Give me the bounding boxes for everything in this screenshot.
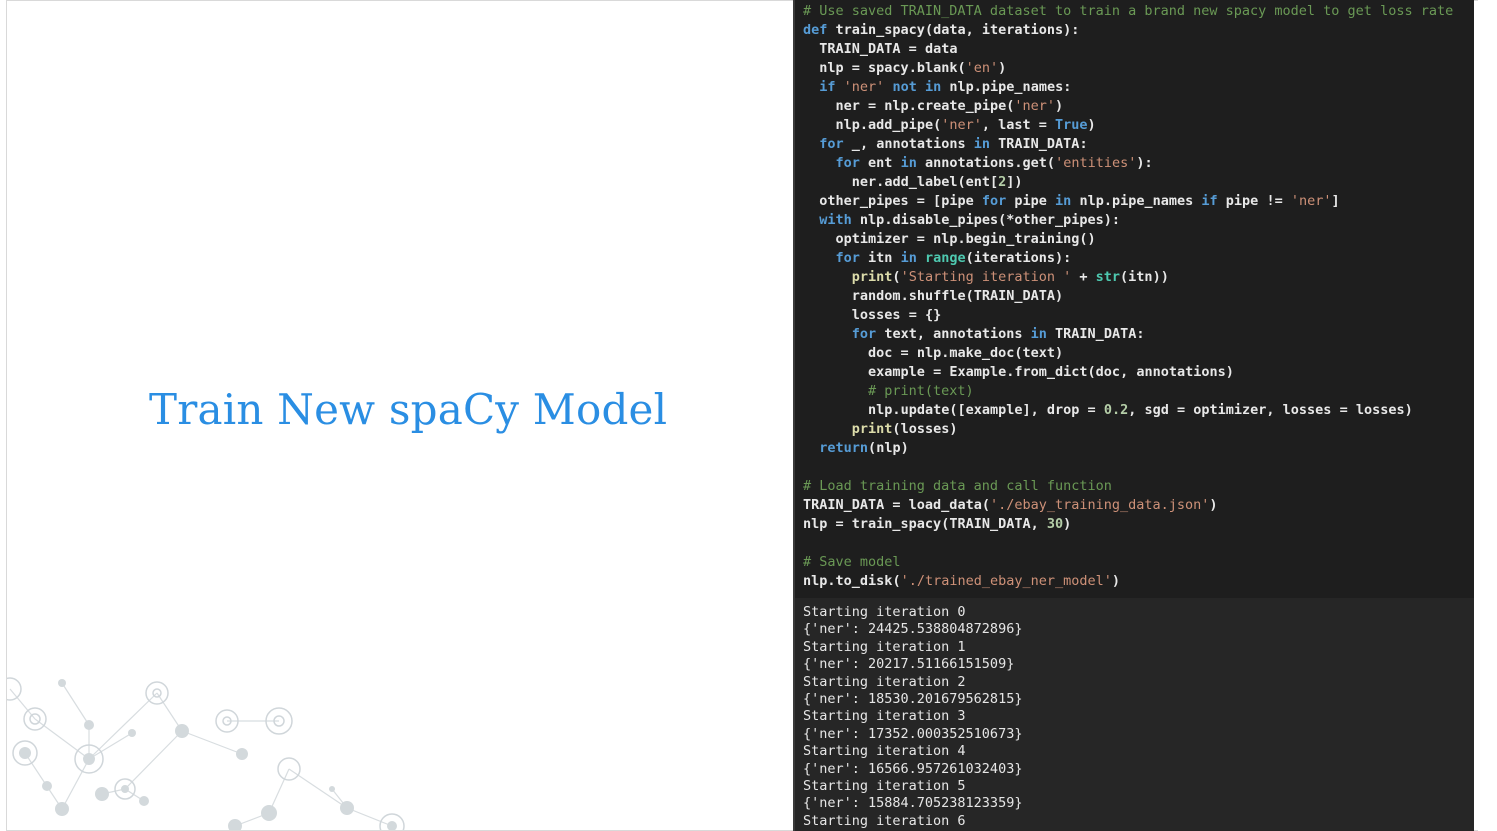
output-line: Starting iteration 1 [803,638,966,655]
code-cell[interactable]: # Use saved TRAIN_DATA dataset to train … [793,0,1474,598]
right-margin [1478,0,1497,831]
code-line: for _, annotations in TRAIN_DATA: [819,136,1088,152]
network-decoration [7,677,405,830]
code-line: optimizer = nlp.begin_training() [835,231,1096,247]
code-line: nlp.add_pipe('ner', last = True) [835,117,1096,133]
output-line: Starting iteration 5 [803,777,966,794]
output-block: Starting iteration 0 {'ner': 24425.538804… [795,598,1474,830]
slide-title: Train New spaCy Model [149,385,668,434]
code-line: for text, annotations in TRAIN_DATA: [851,326,1145,342]
code-block: # Use saved TRAIN_DATA dataset to train … [795,0,1474,591]
code-line: ner = nlp.create_pipe('ner') [835,98,1064,114]
code-line: example = Example.from_dict(doc, annotat… [868,364,1234,380]
code-line: print('Starting iteration ' + str(itn)) [851,269,1169,285]
code-line: ner.add_label(ent[2]) [851,174,1023,190]
code-line: doc = nlp.make_doc(text) [868,345,1064,361]
output-line: {'ner': 20217.51166151509} [803,656,1015,673]
output-line: Starting iteration 3 [803,708,966,725]
code-line: random.shuffle(TRAIN_DATA) [851,288,1064,304]
code-line: for ent in annotations.get('entities'): [835,155,1153,171]
output-line: {'ner': 24425.538804872896} [803,621,1023,638]
code-line: def train_spacy(data, iterations): [803,22,1080,38]
code-line: losses = {} [851,307,942,323]
code-line: # Use saved TRAIN_DATA dataset to train … [803,3,1454,19]
code-line: nlp.to_disk('./trained_ebay_ner_model') [803,573,1121,589]
output-line: Starting iteration 6 [803,812,966,829]
code-line: # Save model [803,554,901,570]
code-line: nlp.update([example], drop = 0.2, sgd = … [868,402,1413,418]
code-line: nlp = train_spacy(TRAIN_DATA, 30) [803,516,1072,532]
code-line: if 'ner' not in nlp.pipe_names: [819,79,1072,95]
output-line: {'ner': 16566.957261032403} [803,760,1023,777]
output-line: {'ner': 15884.705238123359} [803,795,1023,812]
output-line: Starting iteration 2 [803,673,966,690]
output-cell[interactable]: Starting iteration 0 {'ner': 24425.538804… [793,598,1474,831]
code-line: nlp = spacy.blank('en') [819,60,1007,76]
output-line: {'ner': 18530.201679562815} [803,690,1023,707]
output-line: Starting iteration 0 [803,604,966,620]
code-line: return(nlp) [819,440,909,456]
code-line: for itn in range(iterations): [835,250,1072,266]
code-line: TRAIN_DATA = load_data('./ebay_training_… [803,497,1218,513]
code-line: with nlp.disable_pipes(*other_pipes): [819,212,1121,228]
output-line: Starting iteration 4 [803,743,966,760]
code-line: # Load training data and call function [803,478,1112,494]
code-line: # print(text) [803,383,974,399]
code-line: other_pipes = [pipe for pipe in nlp.pipe… [819,193,1340,209]
code-line: print(losses) [851,421,958,437]
code-line: TRAIN_DATA = data [819,41,958,57]
output-line: {'ner': 17352.000352510673} [803,725,1023,742]
